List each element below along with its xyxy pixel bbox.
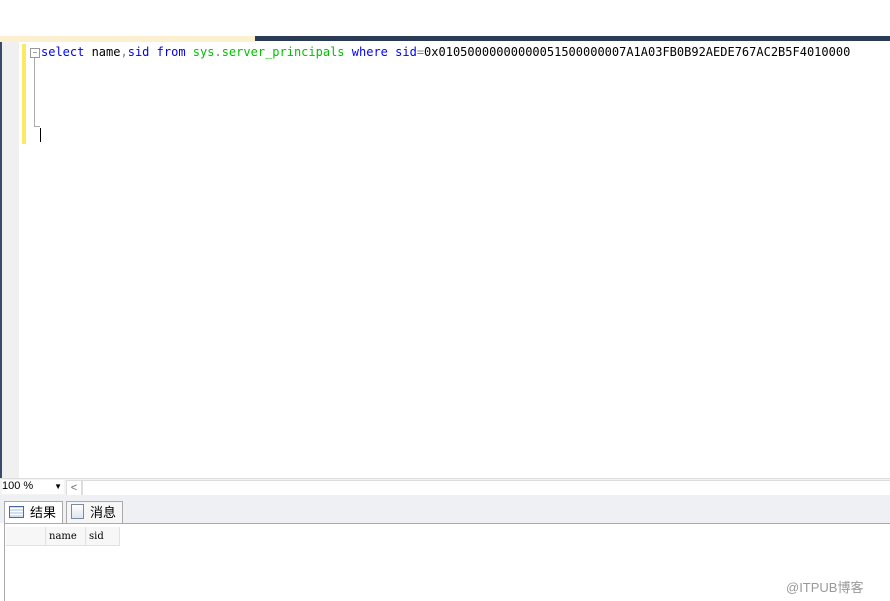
code-token: , <box>120 45 128 59</box>
tab-messages[interactable]: 消息 <box>66 501 124 523</box>
code-token: select <box>41 45 85 59</box>
code-token: 0x01050000000000051500000007A1A03FB0B92A… <box>424 45 851 59</box>
outline-line <box>34 58 40 127</box>
results-grid[interactable] <box>4 523 890 601</box>
scroll-left-button[interactable]: < <box>66 480 82 496</box>
code-token: from <box>156 45 186 59</box>
document-tab-strip-dark <box>255 36 890 41</box>
code-token: server_principals <box>221 45 345 59</box>
code-token: sid <box>395 45 417 59</box>
change-indicator <box>22 44 26 144</box>
zoom-value: 100 % <box>2 480 34 492</box>
collapse-icon[interactable]: − <box>30 48 40 58</box>
editor-gutter <box>2 42 19 478</box>
zoom-select[interactable]: 100 % ▼ <box>2 480 64 494</box>
messages-icon <box>71 504 84 519</box>
column-header-sid[interactable]: sid <box>86 527 120 546</box>
tab-label: 结果 <box>30 505 57 520</box>
code-token: sys <box>192 45 215 59</box>
code-token: name <box>84 45 121 59</box>
row-header-corner[interactable] <box>6 527 46 546</box>
watermark: @ITPUB博客 <box>786 580 864 595</box>
code-token: . <box>214 45 222 59</box>
chevron-down-icon: ▼ <box>54 482 62 491</box>
text-caret <box>40 128 41 142</box>
column-header-name[interactable]: name <box>46 527 86 546</box>
grid-icon <box>9 506 24 518</box>
tab-label: 消息 <box>90 505 117 520</box>
code-token: = <box>416 45 425 59</box>
code-token: sid <box>127 45 150 59</box>
code-token: where <box>351 45 388 59</box>
query-editor[interactable] <box>0 42 890 478</box>
results-tab-bar <box>0 495 890 523</box>
tab-results[interactable]: 结果 <box>4 501 64 524</box>
sql-code-line[interactable]: select name,sid from sys.server_principa… <box>41 45 850 59</box>
horizontal-scrollbar[interactable] <box>82 480 890 496</box>
